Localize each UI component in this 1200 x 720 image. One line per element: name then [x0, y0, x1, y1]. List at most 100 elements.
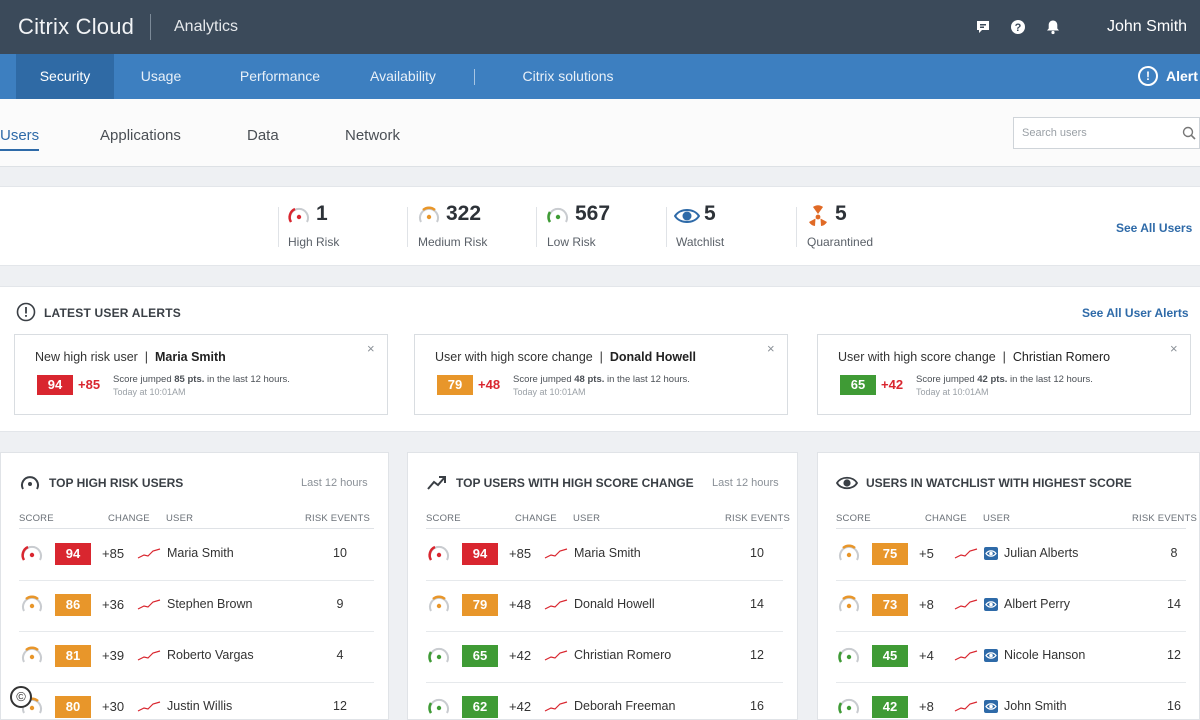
- time-range-label[interactable]: Last 12 hours: [301, 477, 368, 489]
- bell-icon[interactable]: [1045, 19, 1061, 35]
- sparkline-icon: [954, 599, 978, 610]
- user-name-text: Deborah Freeman: [574, 699, 676, 713]
- latest-user-alerts-panel: LATEST USER ALERTS See All User Alerts N…: [0, 286, 1200, 432]
- see-all-user-alerts-link[interactable]: See All User Alerts: [1082, 306, 1189, 320]
- user-name[interactable]: Nicole Hanson: [984, 648, 1085, 662]
- alert-card[interactable]: User with high score change | Christian …: [817, 334, 1191, 415]
- user-name-text: Justin Willis: [167, 699, 233, 713]
- alert-headline: New high risk user | Maria Smith: [35, 350, 226, 364]
- user-name[interactable]: Roberto Vargas: [167, 648, 254, 662]
- close-icon[interactable]: ×: [1170, 341, 1178, 356]
- brand-logo[interactable]: Citrix Cloud: [18, 14, 134, 40]
- alert-card[interactable]: New high risk user | Maria Smith × 94 +8…: [14, 334, 388, 415]
- score-change: +48: [509, 597, 532, 612]
- table-row[interactable]: 80 +30 Justin Willis 12: [19, 682, 374, 719]
- search-icon[interactable]: [1182, 126, 1196, 140]
- tab-data[interactable]: Data: [247, 127, 279, 144]
- column-header-user[interactable]: USER: [983, 513, 1010, 524]
- sub-tabs: Users Applications Data Network: [0, 99, 1200, 167]
- stat-label: Watchlist: [676, 235, 725, 249]
- risk-events-count: 14: [1167, 597, 1181, 611]
- user-name[interactable]: Christian Romero: [574, 648, 671, 662]
- search-input[interactable]: [1022, 124, 1172, 142]
- user-name[interactable]: Donald Howell: [574, 597, 655, 611]
- user-name[interactable]: Deborah Freeman: [574, 699, 675, 713]
- table-row[interactable]: 62 +42 Deborah Freeman 16: [426, 682, 783, 719]
- nav-tab-citrix-solutions[interactable]: Citrix solutions: [508, 54, 628, 99]
- alert-user[interactable]: Maria Smith: [155, 350, 226, 364]
- close-icon[interactable]: ×: [767, 341, 775, 356]
- tab-users[interactable]: Users: [0, 127, 40, 151]
- risk-events-count: 10: [750, 546, 764, 560]
- medium-risk-gauge-icon: [419, 206, 439, 223]
- column-header-events[interactable]: RISK EVENTS: [1132, 513, 1197, 524]
- column-header-user[interactable]: USER: [166, 513, 193, 524]
- table-row[interactable]: 94 +85 Maria Smith 10: [426, 529, 783, 581]
- user-name[interactable]: Albert Perry: [984, 597, 1070, 611]
- column-header-events[interactable]: RISK EVENTS: [305, 513, 370, 524]
- alert-detail: Score jumped 42 pts. in the last 12 hour…: [916, 374, 1093, 385]
- table-row[interactable]: 79 +48 Donald Howell 14: [426, 580, 783, 632]
- user-name[interactable]: Justin Willis: [167, 699, 232, 713]
- score-badge: 62: [462, 696, 498, 718]
- table-row[interactable]: 42 +8 John Smith 16: [836, 682, 1186, 719]
- tab-network[interactable]: Network: [345, 127, 400, 144]
- sparkline-icon: [137, 650, 161, 661]
- alert-headline: User with high score change | Donald How…: [435, 350, 696, 364]
- quarantine-icon: [809, 205, 827, 226]
- table-row[interactable]: 65 +42 Christian Romero 12: [426, 631, 783, 683]
- time-range-label[interactable]: Last 12 hours: [712, 477, 779, 489]
- stat-value: 567: [575, 202, 611, 225]
- user-name[interactable]: John Smith: [984, 699, 1067, 713]
- trend-up-icon: [427, 476, 446, 490]
- score-change: +42: [509, 699, 532, 714]
- column-header-events[interactable]: RISK EVENTS: [725, 513, 790, 524]
- risk-events-count: 16: [1167, 699, 1181, 713]
- user-name[interactable]: Maria Smith: [574, 546, 641, 560]
- column-header-user[interactable]: USER: [573, 513, 600, 524]
- medium-risk-gauge-icon: [839, 595, 859, 612]
- risk-gauge-icon: [21, 476, 39, 490]
- column-header-change[interactable]: CHANGE: [108, 513, 150, 524]
- table-row[interactable]: 81 +39 Roberto Vargas 4: [19, 631, 374, 683]
- svg-text:?: ?: [1015, 22, 1022, 34]
- tab-applications[interactable]: Applications: [100, 127, 181, 144]
- column-header-score[interactable]: SCORE: [19, 513, 54, 524]
- stat-divider: [278, 207, 279, 247]
- table-row[interactable]: 73 +8 Albert Perry 14: [836, 580, 1186, 632]
- user-menu[interactable]: John Smith: [1107, 18, 1187, 36]
- score-change: +85: [509, 546, 532, 561]
- score-change: +42: [509, 648, 532, 663]
- table-row[interactable]: 45 +4 Nicole Hanson 12: [836, 631, 1186, 683]
- nav-tab-usage[interactable]: Usage: [124, 54, 198, 99]
- watchlist-highest-score-card: USERS IN WATCHLIST WITH HIGHEST SCORE SC…: [817, 452, 1200, 720]
- close-icon[interactable]: ×: [367, 341, 375, 356]
- chat-icon[interactable]: [975, 19, 991, 35]
- sparkline-icon: [137, 548, 161, 559]
- alert-user[interactable]: Christian Romero: [1013, 350, 1110, 364]
- user-name[interactable]: Julian Alberts: [984, 546, 1078, 560]
- table-row[interactable]: 94 +85 Maria Smith 10: [19, 529, 374, 581]
- column-header-change[interactable]: CHANGE: [515, 513, 557, 524]
- user-name[interactable]: Maria Smith: [167, 546, 234, 560]
- user-name[interactable]: Stephen Brown: [167, 597, 252, 611]
- see-all-users-link[interactable]: See All Users: [1116, 221, 1192, 235]
- score-badge: 81: [55, 645, 91, 667]
- card-title: USERS IN WATCHLIST WITH HIGHEST SCORE: [866, 476, 1132, 490]
- alert-separator: |: [592, 350, 610, 364]
- alert-type: User with high score change: [838, 350, 996, 364]
- nav-tab-security[interactable]: Security: [16, 54, 114, 99]
- table-row[interactable]: 75 +5 Julian Alberts 8: [836, 529, 1186, 581]
- alert-card[interactable]: User with high score change | Donald How…: [414, 334, 788, 415]
- nav-tab-performance[interactable]: Performance: [228, 54, 332, 99]
- table-row[interactable]: 86 +36 Stephen Brown 9: [19, 580, 374, 632]
- alert-user[interactable]: Donald Howell: [610, 350, 696, 364]
- column-header-change[interactable]: CHANGE: [925, 513, 967, 524]
- nav-tab-availability[interactable]: Availability: [358, 54, 448, 99]
- column-header-score[interactable]: SCORE: [426, 513, 461, 524]
- column-header-score[interactable]: SCORE: [836, 513, 871, 524]
- risk-events-count: 12: [1167, 648, 1181, 662]
- card-title: TOP USERS WITH HIGH SCORE CHANGE: [456, 476, 694, 490]
- sparkline-icon: [544, 650, 568, 661]
- help-icon[interactable]: ?: [1010, 19, 1026, 35]
